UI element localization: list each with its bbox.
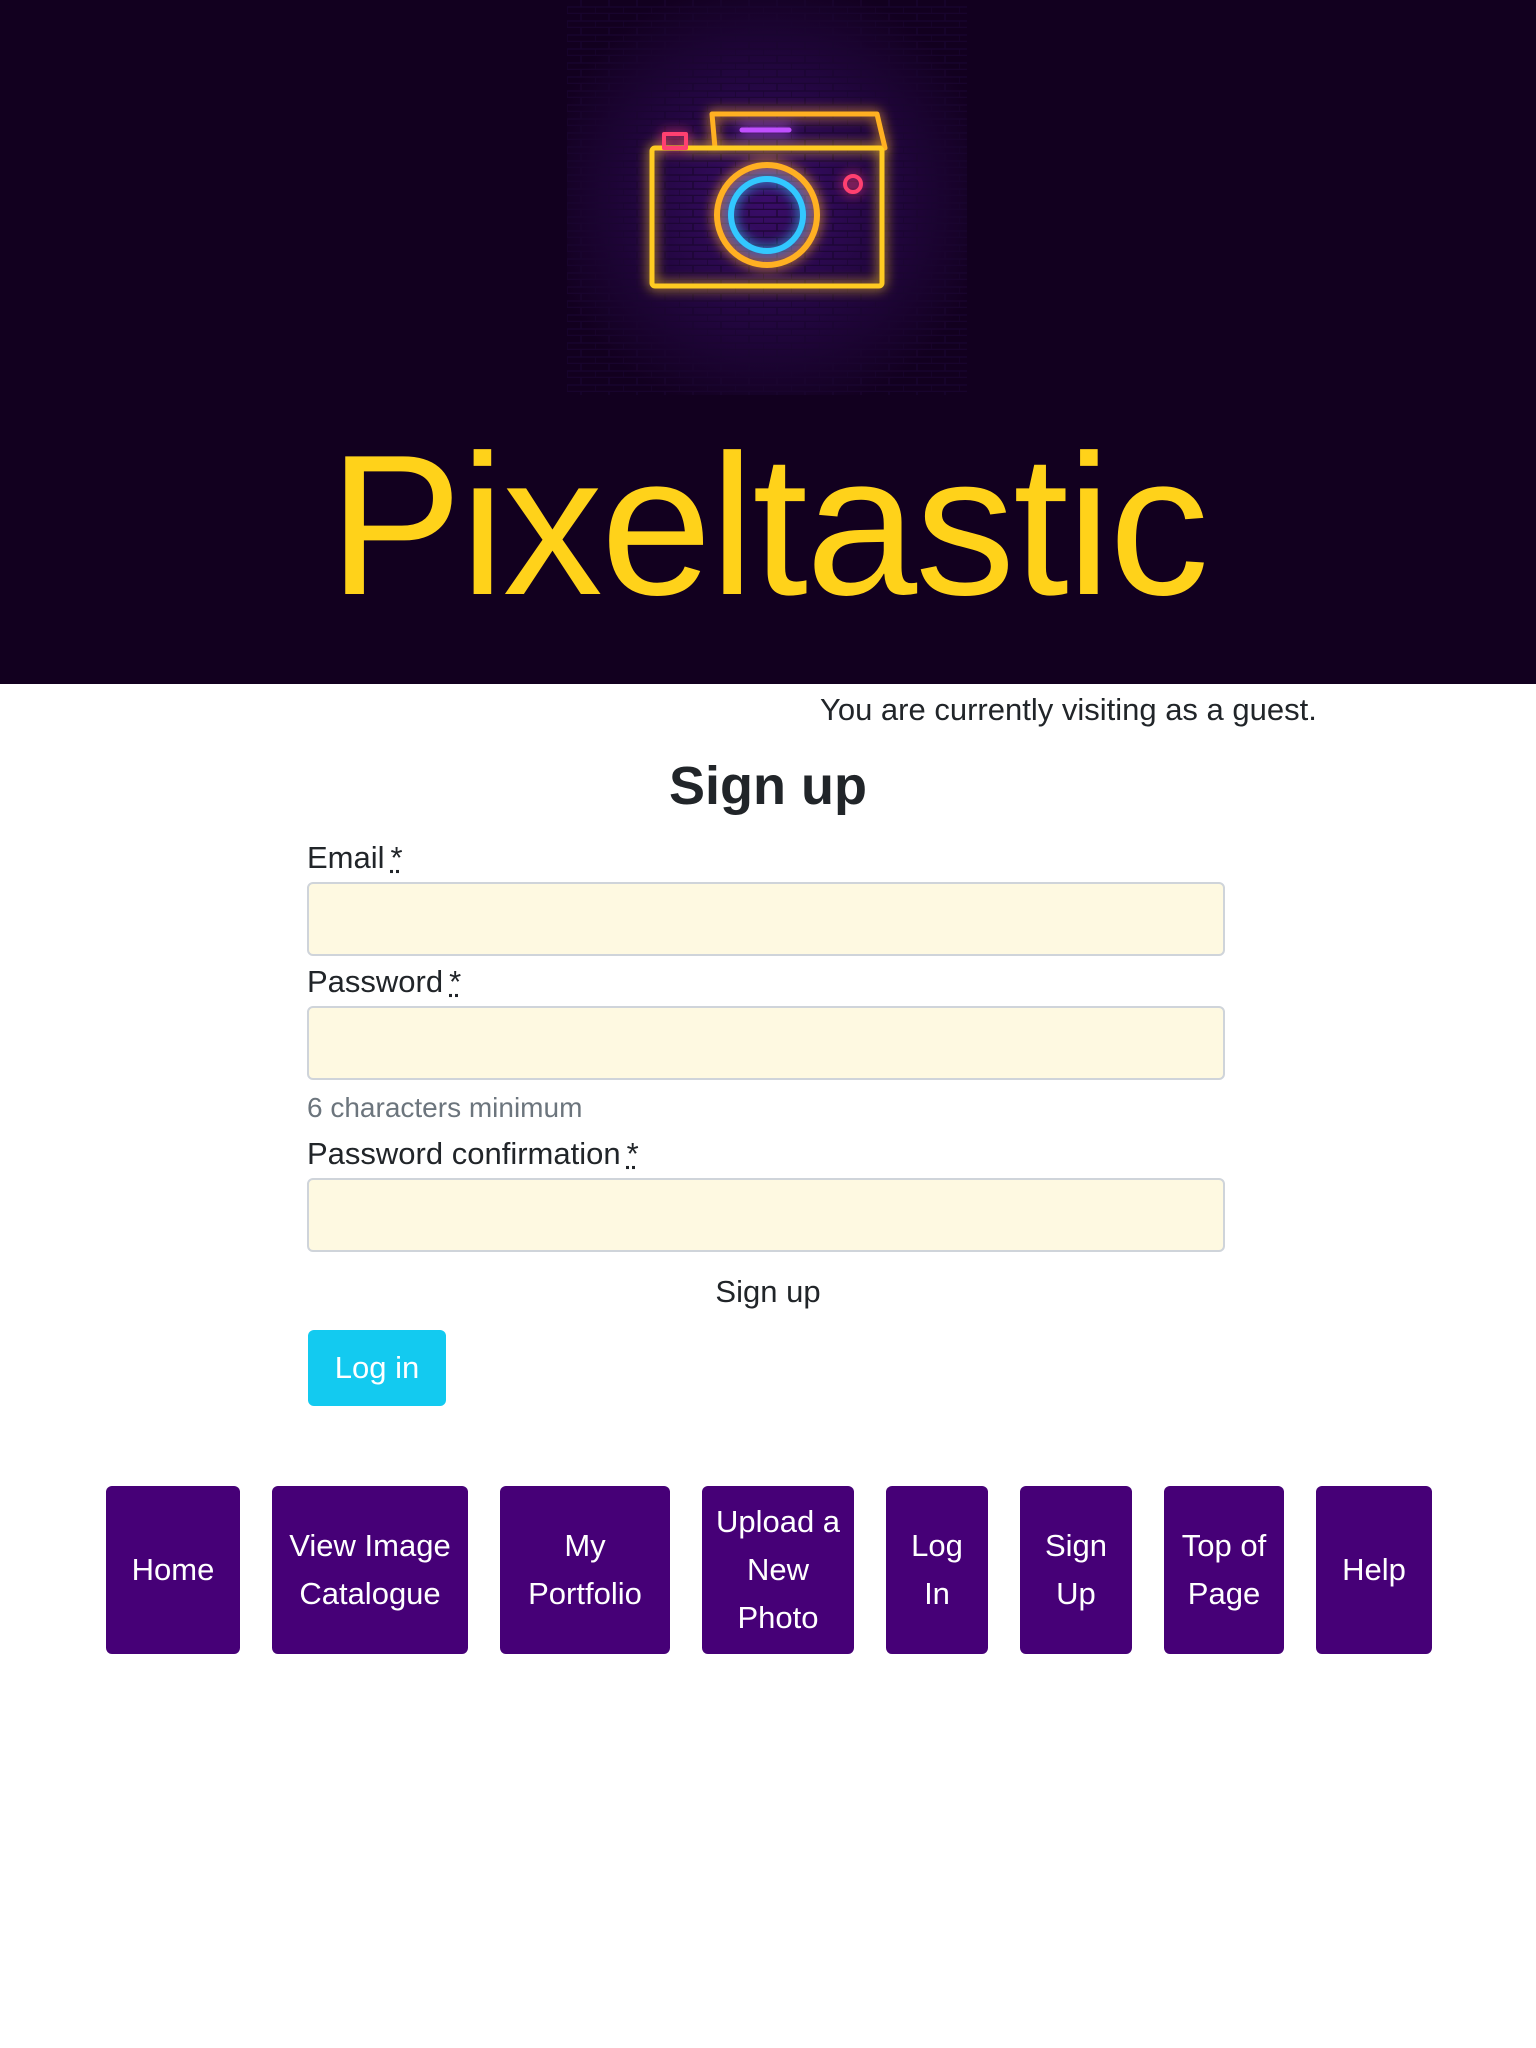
nav-log-in-button[interactable]: Log In bbox=[886, 1486, 988, 1654]
password-confirmation-label: Password confirmation * bbox=[307, 1134, 639, 1174]
nav-my-portfolio-button[interactable]: My Portfolio bbox=[500, 1486, 670, 1654]
nav-help-button[interactable]: Help bbox=[1316, 1486, 1432, 1654]
brand-title[interactable]: Pixeltastic bbox=[0, 416, 1536, 636]
email-label-text: Email bbox=[307, 840, 385, 875]
nav-upload-photo-button[interactable]: Upload a New Photo bbox=[702, 1486, 854, 1654]
email-label: Email * bbox=[307, 838, 403, 878]
password-confirmation-label-text: Password confirmation bbox=[307, 1136, 621, 1171]
nav-view-image-catalogue-button[interactable]: View Image Catalogue bbox=[272, 1486, 468, 1654]
nav-home-button[interactable]: Home bbox=[106, 1486, 240, 1654]
required-mark: * bbox=[390, 840, 403, 875]
guest-status-message: You are currently visiting as a guest. bbox=[820, 692, 1317, 727]
log-in-button[interactable]: Log in bbox=[308, 1330, 446, 1406]
required-mark: * bbox=[449, 964, 462, 999]
password-hint: 6 characters minimum bbox=[307, 1092, 583, 1123]
site-header: Pixeltastic bbox=[0, 0, 1536, 684]
password-label-text: Password bbox=[307, 964, 444, 999]
password-field[interactable] bbox=[307, 1006, 1225, 1080]
password-label: Password * bbox=[307, 962, 461, 1002]
password-confirmation-field[interactable] bbox=[307, 1178, 1225, 1252]
camera-logo-icon bbox=[567, 0, 967, 395]
page-title: Sign up bbox=[669, 756, 867, 816]
sign-up-submit-button[interactable]: Sign up bbox=[0, 1272, 1536, 1312]
nav-top-of-page-button[interactable]: Top of Page bbox=[1164, 1486, 1284, 1654]
nav-sign-up-button[interactable]: Sign Up bbox=[1020, 1486, 1132, 1654]
required-mark: * bbox=[626, 1136, 639, 1171]
email-field[interactable] bbox=[307, 882, 1225, 956]
